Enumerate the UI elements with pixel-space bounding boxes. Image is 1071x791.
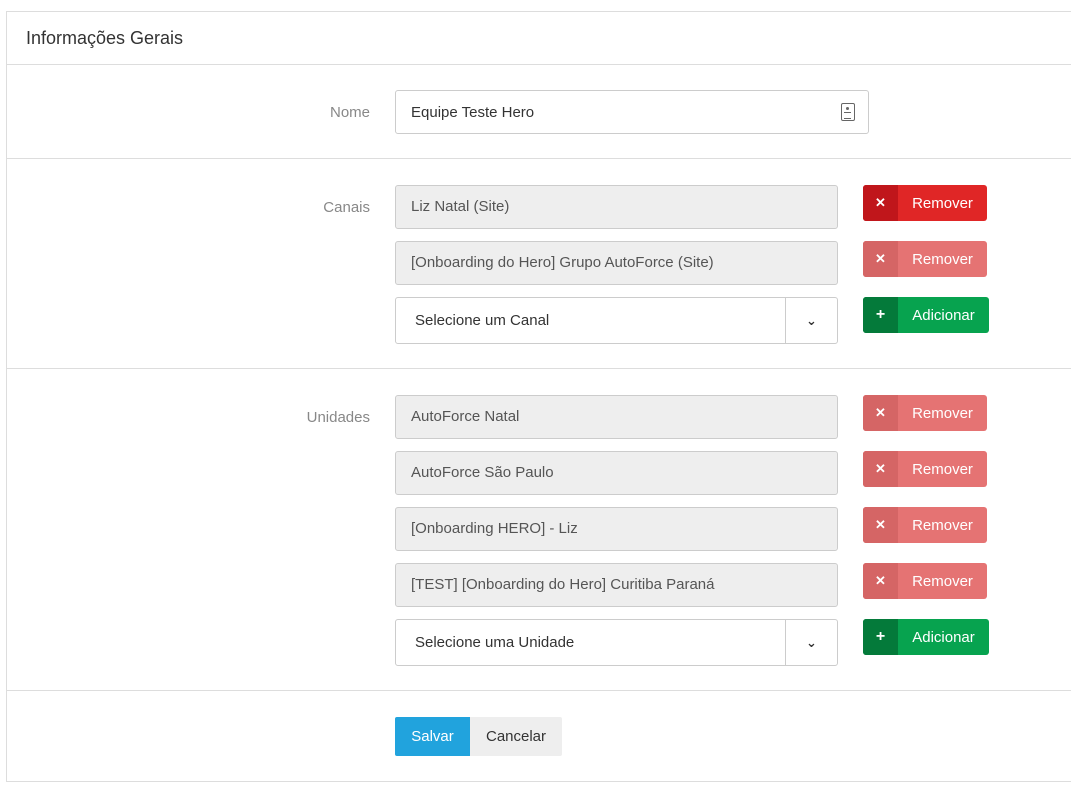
remove-canal-button[interactable]: ✕ Remover <box>863 185 987 221</box>
unidade-select[interactable]: Selecione uma Unidade ⌄ <box>395 619 838 666</box>
divider-nome <box>7 158 1071 159</box>
close-icon: ✕ <box>863 451 898 487</box>
save-button[interactable]: Salvar <box>395 717 470 756</box>
nome-input[interactable] <box>395 90 869 134</box>
remove-unidade-button[interactable]: ✕ Remover <box>863 395 987 431</box>
remove-unidade-button[interactable]: ✕ Remover <box>863 451 987 487</box>
canal-item: [Onboarding do Hero] Grupo AutoForce (Si… <box>395 241 838 285</box>
add-unidade-button[interactable]: + Adicionar <box>863 619 989 655</box>
close-icon: ✕ <box>863 563 898 599</box>
panel-title: Informações Gerais <box>26 28 184 48</box>
plus-icon: + <box>863 297 898 333</box>
remove-unidade-button[interactable]: ✕ Remover <box>863 507 987 543</box>
divider-canais <box>7 368 1071 369</box>
remove-button-label: Remover <box>912 516 973 534</box>
nome-label: Nome <box>329 104 370 121</box>
remove-button-label: Remover <box>912 250 973 268</box>
add-canal-button[interactable]: + Adicionar <box>863 297 989 333</box>
plus-icon: + <box>863 619 898 655</box>
add-button-label: Adicionar <box>912 306 975 324</box>
close-icon: ✕ <box>863 185 898 221</box>
remove-button-label: Remover <box>912 404 973 422</box>
unidade-item: [TEST] [Onboarding do Hero] Curitiba Par… <box>395 563 838 607</box>
close-icon: ✕ <box>863 507 898 543</box>
canal-item: Liz Natal (Site) <box>395 185 838 229</box>
chevron-down-icon[interactable]: ⌄ <box>785 620 837 665</box>
remove-unidade-button[interactable]: ✕ Remover <box>863 563 987 599</box>
canais-label: Canais <box>323 199 370 216</box>
unidades-label: Unidades <box>306 409 370 426</box>
general-info-panel: Informações Gerais Nome Canais Liz Natal… <box>6 11 1071 782</box>
unidade-item: AutoForce São Paulo <box>395 451 838 495</box>
panel-header: Informações Gerais <box>7 12 1071 65</box>
unidade-item: [Onboarding HERO] - Liz <box>395 507 838 551</box>
close-icon: ✕ <box>863 241 898 277</box>
remove-button-label: Remover <box>912 194 973 212</box>
unidade-item: AutoForce Natal <box>395 395 838 439</box>
remove-button-label: Remover <box>912 572 973 590</box>
canal-select-placeholder: Selecione um Canal <box>415 312 550 329</box>
unidade-select-placeholder: Selecione uma Unidade <box>415 634 575 651</box>
chevron-down-icon[interactable]: ⌄ <box>785 298 837 343</box>
remove-canal-button[interactable]: ✕ Remover <box>863 241 987 277</box>
add-button-label: Adicionar <box>912 628 975 646</box>
divider-unidades <box>7 690 1071 691</box>
contact-card-icon[interactable] <box>841 103 855 121</box>
canal-select[interactable]: Selecione um Canal ⌄ <box>395 297 838 344</box>
close-icon: ✕ <box>863 395 898 431</box>
cancel-button[interactable]: Cancelar <box>470 717 562 756</box>
remove-button-label: Remover <box>912 460 973 478</box>
